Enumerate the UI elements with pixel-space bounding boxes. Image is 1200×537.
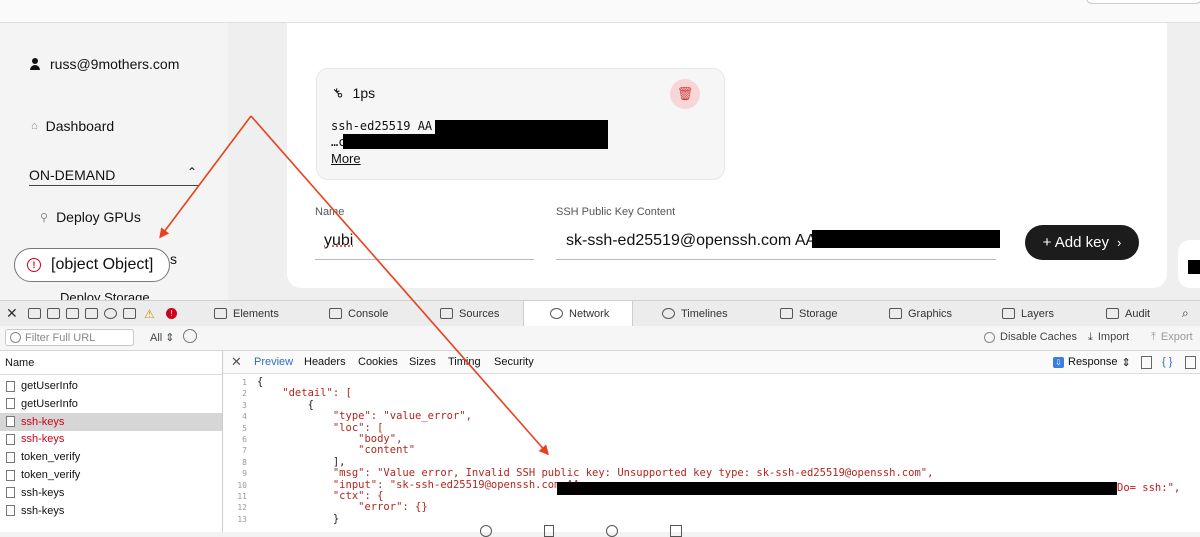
annotation-arrows <box>159 115 549 456</box>
arrow-to-toast <box>159 115 252 239</box>
arrow-to-error-msg <box>250 115 549 456</box>
